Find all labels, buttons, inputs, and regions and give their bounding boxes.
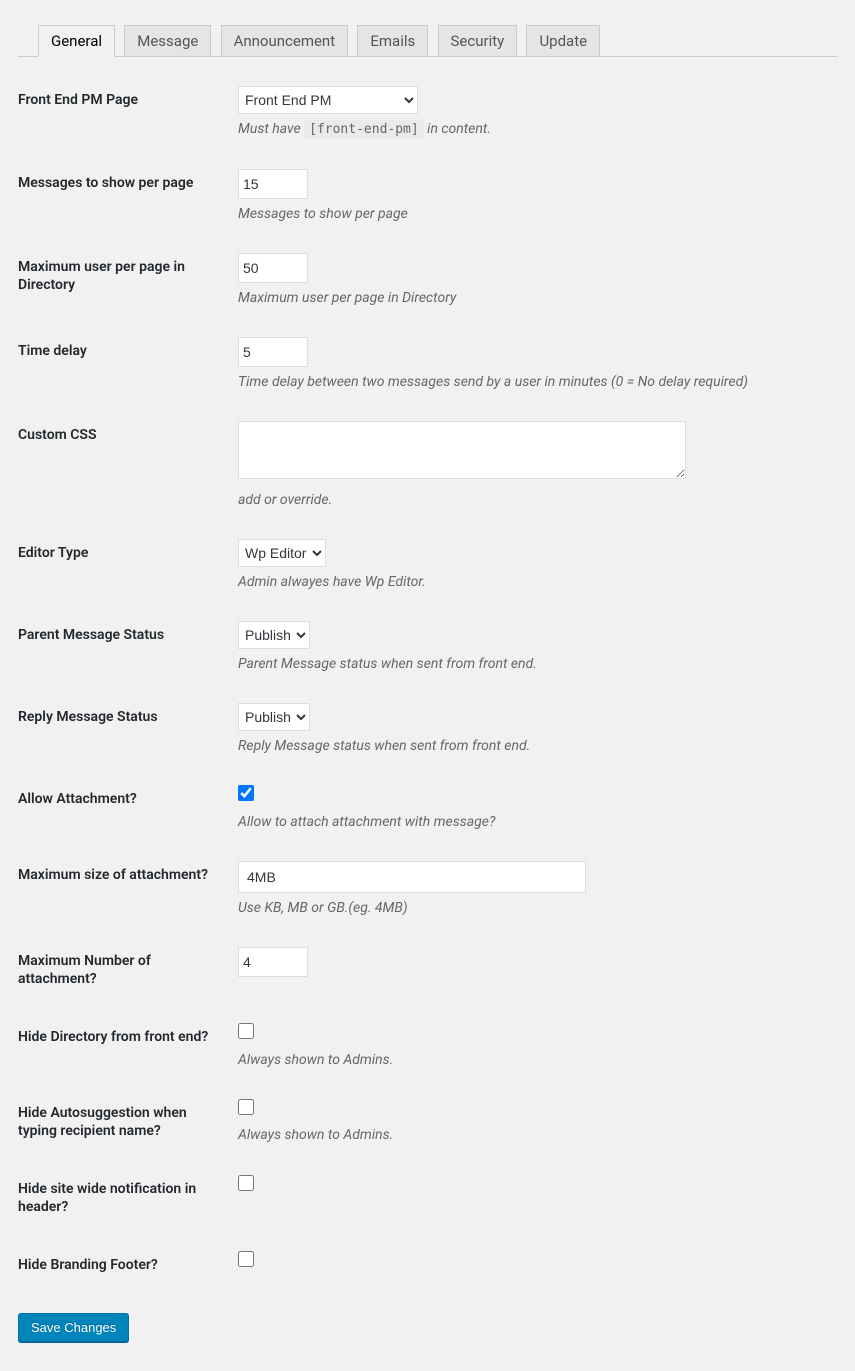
msgs-per-page-input[interactable] xyxy=(238,169,308,199)
hide-autosuggest-desc: Always shown to Admins. xyxy=(238,1126,827,1144)
allow-attach-label: Allow Attachment? xyxy=(18,770,228,845)
allow-attach-checkbox[interactable] xyxy=(238,785,254,801)
tab-security[interactable]: Security xyxy=(438,25,518,57)
reply-status-desc: Reply Message status when sent from fron… xyxy=(238,737,827,755)
tab-update[interactable]: Update xyxy=(526,25,600,57)
reply-status-label: Reply Message Status xyxy=(18,688,228,770)
max-num-input[interactable] xyxy=(238,947,308,977)
parent-status-label: Parent Message Status xyxy=(18,606,228,688)
tab-general[interactable]: General xyxy=(38,25,115,57)
hide-dir-label: Hide Directory from front end? xyxy=(18,1008,228,1083)
pm-page-label: Front End PM Page xyxy=(18,71,228,154)
hide-notification-checkbox[interactable] xyxy=(238,1175,254,1191)
pm-page-select[interactable]: Front End PM xyxy=(238,86,418,114)
max-size-desc: Use KB, MB or GB.(eg. 4MB) xyxy=(238,899,827,917)
users-per-page-desc: Maximum user per page in Directory xyxy=(238,289,827,307)
hide-branding-label: Hide Branding Footer? xyxy=(18,1236,228,1294)
custom-css-label: Custom CSS xyxy=(18,406,228,523)
editor-type-label: Editor Type xyxy=(18,524,228,606)
custom-css-textarea[interactable] xyxy=(238,421,686,479)
editor-type-desc: Admin alwayes have Wp Editor. xyxy=(238,573,827,591)
custom-css-desc: add or override. xyxy=(238,491,827,509)
pm-page-desc: Must have [front-end-pm] in content. xyxy=(238,120,827,139)
tab-emails[interactable]: Emails xyxy=(357,25,428,57)
parent-status-select[interactable]: Publish xyxy=(238,621,310,649)
users-per-page-label: Maximum user per page in Directory xyxy=(18,238,228,322)
hide-dir-desc: Always shown to Admins. xyxy=(238,1051,827,1069)
reply-status-select[interactable]: Publish xyxy=(238,703,310,731)
time-delay-desc: Time delay between two messages send by … xyxy=(238,373,827,391)
max-num-label: Maximum Number of attachment? xyxy=(18,932,228,1008)
settings-table: Front End PM Page Front End PM Must have… xyxy=(18,71,837,1295)
hide-branding-checkbox[interactable] xyxy=(238,1251,254,1267)
hide-notification-label: Hide site wide notification in header? xyxy=(18,1160,228,1236)
msgs-per-page-label: Messages to show per page xyxy=(18,154,228,238)
settings-tabs: General Message Announcement Emails Secu… xyxy=(18,0,837,57)
time-delay-input[interactable] xyxy=(238,337,308,367)
hide-autosuggest-checkbox[interactable] xyxy=(238,1099,254,1115)
hide-autosuggest-label: Hide Autosuggestion when typing recipien… xyxy=(18,1084,228,1160)
msgs-per-page-desc: Messages to show per page xyxy=(238,205,827,223)
allow-attach-desc: Allow to attach attachment with message? xyxy=(238,813,827,831)
time-delay-label: Time delay xyxy=(18,322,228,406)
max-size-label: Maximum size of attachment? xyxy=(18,846,228,932)
parent-status-desc: Parent Message status when sent from fro… xyxy=(238,655,827,673)
hide-dir-checkbox[interactable] xyxy=(238,1023,254,1039)
tab-announcement[interactable]: Announcement xyxy=(221,25,349,57)
users-per-page-input[interactable] xyxy=(238,253,308,283)
tab-message[interactable]: Message xyxy=(124,25,211,57)
max-size-input[interactable] xyxy=(238,861,586,893)
editor-type-select[interactable]: Wp Editor xyxy=(238,539,326,567)
save-changes-button[interactable]: Save Changes xyxy=(18,1313,129,1342)
